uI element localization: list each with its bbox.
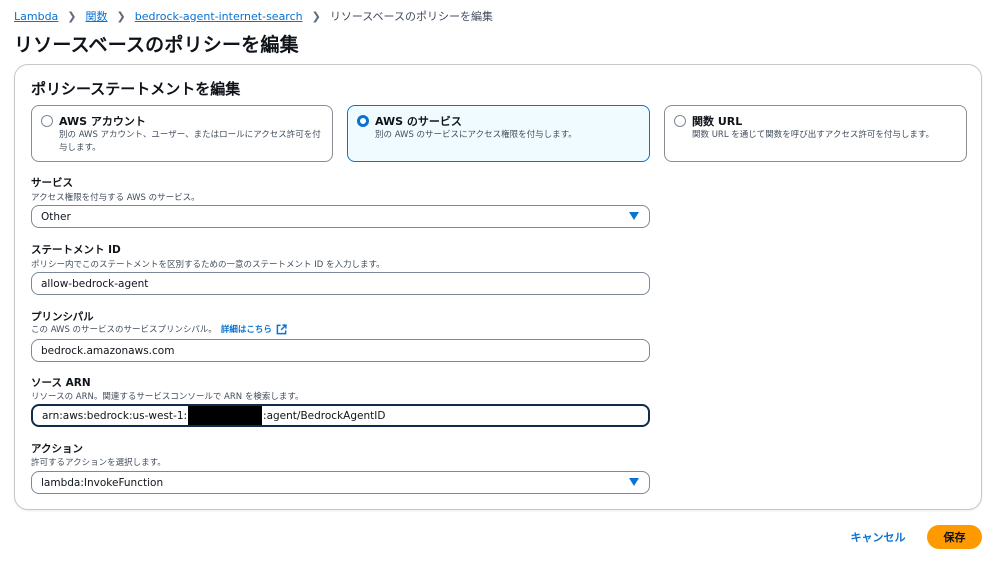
- page-title: リソースベースのポリシーを編集: [14, 34, 299, 56]
- tile-function-url[interactable]: 関数 URL 関数 URL を通じて関数を呼び出すアクセス許可を付与します。: [664, 105, 967, 162]
- source-arn-label: ソース ARN: [31, 377, 91, 389]
- action-select-value: lambda:InvokeFunction: [41, 476, 164, 489]
- service-label: サービス: [31, 177, 73, 189]
- tile-description: 関数 URL を通じて関数を呼び出すアクセス許可を付与します。: [692, 130, 934, 140]
- statement-id-input[interactable]: allow-bedrock-agent: [31, 272, 650, 295]
- source-arn-prefix: arn:aws:bedrock:us-west-1:: [42, 409, 188, 422]
- chevron-right-icon: ❯: [311, 9, 321, 23]
- source-arn-suffix: :agent/BedrockAgentID: [263, 409, 386, 422]
- breadcrumb-lambda[interactable]: Lambda: [14, 10, 58, 23]
- tile-description: 別の AWS アカウント、ユーザー、またはロールにアクセス許可を付与します。: [59, 130, 321, 153]
- service-description: アクセス権限を付与する AWS のサービス。: [31, 193, 200, 203]
- tile-description: 別の AWS のサービスにアクセス権限を付与します。: [375, 130, 577, 140]
- chevron-right-icon: ❯: [116, 9, 126, 23]
- panel-title: ポリシーステートメントを編集: [31, 80, 241, 98]
- breadcrumb-functions[interactable]: 関数: [86, 8, 108, 24]
- policy-statement-panel: ポリシーステートメントを編集 AWS アカウント 別の AWS アカウント、ユー…: [14, 64, 982, 510]
- tile-title: 関数 URL: [692, 115, 743, 128]
- external-link-icon: [276, 323, 287, 334]
- breadcrumb-current: リソースベースのポリシーを編集: [329, 10, 493, 23]
- learn-more-label: 詳細はこちら: [220, 325, 272, 335]
- service-select[interactable]: Other: [31, 205, 650, 228]
- source-arn-description: リソースの ARN。関連するサービスコンソールで ARN を検索します。: [31, 392, 304, 402]
- principal-label: プリンシパル: [31, 311, 94, 323]
- statement-id-value: allow-bedrock-agent: [41, 277, 149, 290]
- tile-aws-service[interactable]: AWS のサービス 別の AWS のサービスにアクセス権限を付与します。: [347, 105, 650, 162]
- caret-down-icon[interactable]: [629, 478, 639, 486]
- tile-aws-account[interactable]: AWS アカウント 別の AWS アカウント、ユーザー、またはロールにアクセス許…: [31, 105, 333, 162]
- redacted-account-id: [188, 406, 263, 425]
- radio-aws-account[interactable]: [41, 115, 53, 127]
- action-description: 許可するアクションを選択します。: [31, 458, 166, 468]
- radio-function-url[interactable]: [674, 115, 686, 127]
- principal-description: この AWS のサービスのサービスプリンシパル。 詳細はこちら: [31, 323, 287, 335]
- principal-value: bedrock.amazonaws.com: [41, 344, 175, 357]
- statement-id-label: ステートメント ID: [31, 244, 121, 256]
- radio-aws-service[interactable]: [357, 115, 369, 127]
- save-button[interactable]: 保存: [927, 525, 982, 549]
- learn-more-link[interactable]: 詳細はこちら: [221, 323, 287, 335]
- service-select-value: Other: [41, 210, 71, 223]
- tile-title: AWS のサービス: [375, 115, 462, 128]
- tile-title: AWS アカウント: [59, 115, 146, 128]
- breadcrumb-function-name[interactable]: bedrock-agent-internet-search: [135, 10, 303, 23]
- action-select[interactable]: lambda:InvokeFunction: [31, 471, 650, 494]
- principal-description-text: この AWS のサービスのサービスプリンシパル。: [31, 325, 217, 335]
- source-arn-input[interactable]: arn:aws:bedrock:us-west-1: :agent/Bedroc…: [31, 404, 650, 427]
- principal-input[interactable]: bedrock.amazonaws.com: [31, 339, 650, 362]
- statement-id-description: ポリシー内でこのステートメントを区別するための一意のステートメント ID を入力…: [31, 260, 385, 270]
- breadcrumb: Lambda ❯ 関数 ❯ bedrock-agent-internet-sea…: [14, 8, 493, 24]
- chevron-right-icon: ❯: [67, 9, 77, 23]
- cancel-button[interactable]: キャンセル: [839, 526, 917, 548]
- action-label: アクション: [31, 443, 83, 455]
- caret-down-icon[interactable]: [629, 212, 639, 220]
